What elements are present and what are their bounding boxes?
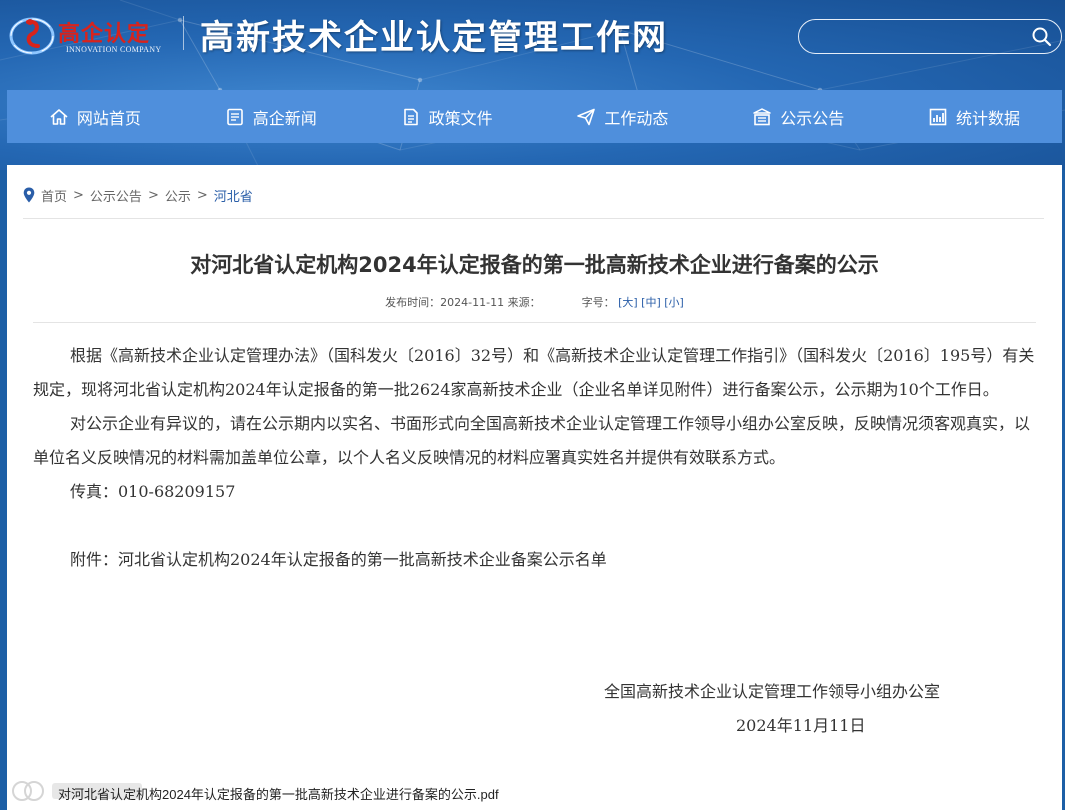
notice-icon	[753, 107, 771, 125]
breadcrumb-home[interactable]: 首页	[41, 186, 67, 205]
breadcrumb-separator: >	[73, 187, 84, 203]
breadcrumb-notices[interactable]: 公示公告	[90, 186, 142, 205]
font-size-large-button[interactable]: [大]	[618, 296, 638, 309]
breadcrumb-separator: >	[196, 187, 208, 203]
font-size-label: 字号：	[581, 296, 615, 309]
fax-number: 传真：010-68209157	[70, 482, 236, 501]
paragraph-announcement: 根据《高新技术企业认定管理办法》（国科发火〔2016〕32号）和《高新技术企业认…	[33, 346, 1035, 399]
search-icon[interactable]	[1031, 26, 1053, 48]
font-size-small-button[interactable]: [小]	[664, 296, 684, 309]
article-container: 首页 > 公示公告 > 公示 > 河北省 对河北省认定机构2024年认定报备的第…	[7, 165, 1062, 810]
logo-chinese-text: 高企认定	[58, 21, 151, 47]
nav-label: 高企新闻	[252, 108, 317, 128]
signature-date: 2024年11月11日	[736, 716, 866, 735]
nav-item-home[interactable]: 网站首页	[7, 90, 183, 143]
breadcrumb: 首页 > 公示公告 > 公示 > 河北省	[23, 185, 253, 205]
meta-divider	[33, 322, 1036, 323]
publish-date: 2024-11-11	[440, 296, 505, 309]
breadcrumb-separator: >	[147, 187, 159, 203]
paragraph-objection: 对公示企业有异议的，请在公示期内以实名、书面形式向全国高新技术企业认定管理工作领…	[33, 414, 1031, 467]
nav-label: 工作动态	[604, 108, 669, 128]
article-title: 对河北省认定机构2024年认定报备的第一批高新技术企业进行备案的公示	[190, 253, 879, 277]
article-meta: 发布时间：2024-11-11 来源： 字号： [大] [中] [小]	[7, 294, 1062, 310]
search-input[interactable]	[813, 26, 1023, 48]
article-body: 根据《高新技术企业认定管理办法》（国科发火〔2016〕32号）和《高新技术企业认…	[33, 339, 1036, 577]
news-icon	[226, 108, 243, 125]
nav-item-news[interactable]: 高企新闻	[183, 90, 359, 143]
attachment-text: 附件：河北省认定机构2024年认定报备的第一批高新技术企业备案公示名单	[70, 550, 607, 569]
nav-label: 政策文件	[428, 108, 493, 128]
nav-label: 网站首页	[76, 108, 141, 128]
logo-emblem-icon	[9, 17, 55, 55]
logo-english-text: INNOVATION COMPANY	[66, 45, 162, 54]
location-pin-icon	[23, 187, 35, 203]
nav-label: 统计数据	[956, 108, 1021, 128]
site-logo[interactable]: 高企认定 INNOVATION COMPANY	[8, 8, 178, 60]
send-icon	[577, 108, 596, 125]
signature-org: 全国高新技术企业认定管理工作领导小组办公室	[604, 682, 941, 701]
nav-item-work-updates[interactable]: 工作动态	[534, 90, 710, 143]
home-icon	[50, 108, 68, 125]
breadcrumb-public[interactable]: 公示	[165, 186, 191, 205]
main-navigation: 网站首页 高企新闻 政策文件 工作动态 公示公告 统计数据	[7, 90, 1062, 143]
attachment-pdf-link[interactable]: 对河北省认定机构2024年认定报备的第一批高新技术企业进行备案的公示.pdf	[58, 784, 499, 803]
document-icon	[403, 108, 418, 125]
breadcrumb-current[interactable]: 河北省	[214, 186, 253, 205]
breadcrumb-divider	[23, 218, 1044, 219]
signature: 全国高新技术企业认定管理工作领导小组办公室 2024年11月11日	[33, 675, 1036, 743]
chart-icon	[929, 108, 947, 125]
nav-item-policy[interactable]: 政策文件	[359, 90, 535, 143]
site-title: 高新技术企业认定管理工作网	[200, 18, 668, 58]
header-divider	[183, 16, 184, 50]
nav-item-notices[interactable]: 公示公告	[710, 90, 886, 143]
search-box	[798, 19, 1062, 54]
nav-item-statistics[interactable]: 统计数据	[886, 90, 1062, 143]
nav-label: 公示公告	[780, 108, 845, 128]
site-header: 高企认定 INNOVATION COMPANY 高新技术企业认定管理工作网 网站…	[0, 0, 1065, 170]
source-label: 来源：	[507, 296, 541, 309]
font-size-medium-button[interactable]: [中]	[641, 296, 661, 309]
publish-label: 发布时间：	[385, 296, 441, 309]
